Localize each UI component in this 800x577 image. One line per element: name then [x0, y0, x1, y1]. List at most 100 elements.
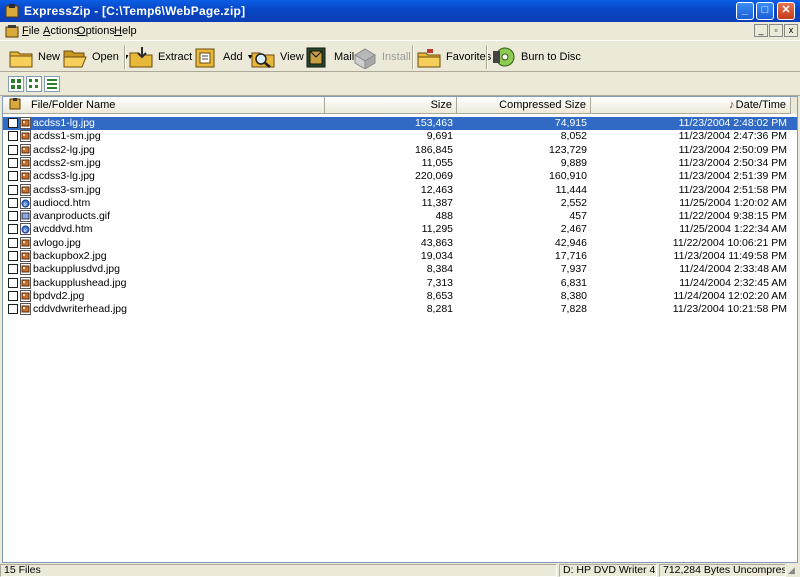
html-file-icon: e — [20, 196, 31, 209]
large-icons-view-button[interactable] — [8, 76, 24, 92]
burn-disc-icon — [493, 47, 515, 67]
file-name: acdss3-lg.jpg — [33, 170, 95, 183]
column-header-date[interactable]: ♪ Date/Time — [591, 97, 791, 114]
table-row[interactable]: e avcddvd.htm 11,295 2,467 11/25/2004 1:22:3… — [3, 223, 797, 236]
file-list[interactable]: File/Folder Name Size Compressed Size ♪ … — [2, 96, 798, 563]
row-checkbox[interactable] — [8, 171, 18, 182]
row-checkbox[interactable] — [8, 157, 18, 168]
jpg-file-icon — [20, 250, 31, 262]
list-header: File/Folder Name Size Compressed Size ♪ … — [3, 97, 797, 114]
table-row[interactable]: acdss1-lg.jpg 153,463 74,915 11/23/2004 2:4… — [3, 117, 797, 130]
column-header-name[interactable]: File/Folder Name — [3, 97, 325, 114]
column-header-compressed[interactable]: Compressed Size — [457, 97, 591, 114]
file-compressed-size: 42,946 — [554, 236, 587, 249]
file-name: acdss2-lg.jpg — [33, 143, 95, 156]
row-checkbox[interactable] — [8, 131, 18, 142]
mdi-close-button[interactable]: x — [784, 24, 798, 37]
column-compressed-label: Compressed Size — [499, 99, 586, 111]
row-checkbox[interactable] — [8, 277, 18, 288]
menu-options[interactable]: Options — [77, 25, 115, 37]
file-name: backupplushead.jpg — [33, 276, 127, 289]
file-compressed-size: 2,467 — [560, 223, 587, 236]
mdi-minimize-button[interactable]: _ — [754, 24, 768, 37]
view-icon — [251, 52, 275, 68]
file-size: 12,463 — [420, 183, 453, 196]
table-row[interactable]: acdss3-sm.jpg 12,463 11,444 11/23/2004 2:51… — [3, 183, 797, 197]
table-row[interactable]: acdss1-sm.jpg 9,691 8,052 11/23/2004 2:47:3… — [3, 130, 797, 143]
column-size-label: Size — [430, 99, 452, 111]
jpg-file-icon — [20, 183, 31, 196]
file-compressed-size: 7,828 — [560, 303, 587, 316]
table-row[interactable]: backupplusdvd.jpg 8,384 7,937 11/24/2004 2:… — [3, 263, 797, 276]
row-checkbox[interactable] — [8, 224, 18, 235]
file-date: 11/23/2004 2:50:09 PM — [678, 143, 787, 156]
file-name: audiocd.htm — [33, 196, 91, 209]
row-checkbox[interactable] — [8, 237, 18, 248]
small-icons-view-button[interactable] — [26, 76, 42, 92]
row-checkbox[interactable] — [8, 144, 18, 155]
file-name: backupplusdvd.jpg — [33, 263, 120, 276]
row-checkbox[interactable] — [8, 118, 18, 128]
open-button[interactable]: Open ▼ — [62, 44, 130, 70]
menu-file[interactable]: File — [22, 25, 40, 37]
file-date: 11/22/2004 9:38:15 PM — [678, 210, 787, 223]
row-checkbox[interactable] — [8, 184, 18, 195]
table-row[interactable]: acdss3-lg.jpg 220,069 160,910 11/23/2004 2:… — [3, 170, 797, 183]
row-checkbox[interactable] — [8, 251, 18, 261]
file-date: 11/23/2004 11:49:58 PM — [673, 250, 787, 262]
menu-bar: File Actions Options Help _ ▫ x — [0, 22, 800, 40]
table-row[interactable]: backupbox2.jpg 19,034 17,716 11/23/2004 11:… — [3, 250, 797, 263]
file-date: 11/23/2004 2:48:02 PM — [678, 117, 787, 129]
resize-grip-icon[interactable]: ◢ — [788, 565, 800, 577]
extract-button[interactable]: Extract — [128, 44, 192, 70]
minimize-button[interactable]: _ — [736, 2, 754, 20]
table-row[interactable]: acdss2-lg.jpg 186,845 123,729 11/23/2004 2:… — [3, 143, 797, 157]
new-label: New — [38, 51, 61, 63]
title-bar[interactable]: ExpressZip - [C:\Temp6\WebPage.zip] _ □ … — [0, 0, 800, 22]
file-size: 153,463 — [415, 117, 453, 129]
install-button[interactable]: Install — [352, 44, 411, 70]
document-system-icon[interactable] — [4, 23, 20, 39]
row-checkbox[interactable] — [8, 264, 18, 275]
details-view-button[interactable] — [44, 76, 60, 92]
table-row[interactable]: avanproducts.gif 488 457 11/22/2004 9:38:15… — [3, 210, 797, 223]
favorites-icon — [417, 49, 441, 68]
table-row[interactable]: bpdvd2.jpg 8,653 8,380 11/24/2004 12:02:20 … — [3, 289, 797, 303]
row-checkbox[interactable] — [8, 290, 18, 301]
file-compressed-size: 11,444 — [555, 183, 587, 196]
file-name: cddvdwriterhead.jpg — [33, 303, 127, 316]
menu-help[interactable]: Help — [114, 25, 137, 37]
file-name: acdss1-sm.jpg — [33, 130, 101, 143]
file-date: 11/23/2004 2:51:39 PM — [678, 170, 787, 183]
table-row[interactable]: avlogo.jpg 43,863 42,946 11/22/2004 10:06:2… — [3, 236, 797, 250]
column-header-size[interactable]: Size — [325, 97, 457, 114]
add-button[interactable]: Add ▼ — [193, 44, 254, 70]
table-row[interactable]: acdss2-sm.jpg 11,055 9,889 11/23/2004 2:50:… — [3, 156, 797, 170]
file-date: 11/22/2004 10:06:21 PM — [672, 236, 787, 249]
favorites-button[interactable]: Favorites — [416, 44, 491, 70]
html-file-icon: e — [20, 223, 31, 236]
table-row[interactable]: cddvdwriterhead.jpg 8,281 7,828 11/23/2004 … — [3, 303, 797, 316]
install-icon — [354, 48, 376, 69]
jpg-file-icon — [20, 289, 31, 302]
table-row[interactable]: e audiocd.htm 11,387 2,552 11/25/2004 1:20:0… — [3, 196, 797, 210]
file-date: 11/24/2004 2:33:48 AM — [679, 263, 787, 276]
row-checkbox[interactable] — [8, 211, 18, 222]
new-button[interactable]: New — [8, 44, 60, 70]
status-file-count: 15 Files — [0, 564, 557, 577]
file-date: 11/25/2004 1:20:02 AM — [679, 196, 787, 209]
window-title: ExpressZip - [C:\Temp6\WebPage.zip] — [24, 4, 246, 18]
mdi-restore-button[interactable]: ▫ — [769, 24, 783, 37]
menu-actions[interactable]: Actions — [43, 25, 79, 37]
file-compressed-size: 8,052 — [560, 130, 587, 143]
view-button[interactable]: View — [250, 44, 304, 70]
mail-button[interactable]: Mail — [304, 44, 354, 70]
row-checkbox[interactable] — [8, 197, 18, 208]
maximize-button[interactable]: □ — [756, 2, 774, 20]
expresszip-app-icon[interactable] — [4, 3, 20, 19]
close-button[interactable]: ✕ — [777, 2, 795, 20]
burn-to-disc-button[interactable]: Burn to Disc — [491, 44, 581, 70]
jpg-file-icon — [20, 276, 31, 289]
table-row[interactable]: backupplushead.jpg 7,313 6,831 11/24/2004 2… — [3, 276, 797, 290]
row-checkbox[interactable] — [8, 304, 18, 315]
